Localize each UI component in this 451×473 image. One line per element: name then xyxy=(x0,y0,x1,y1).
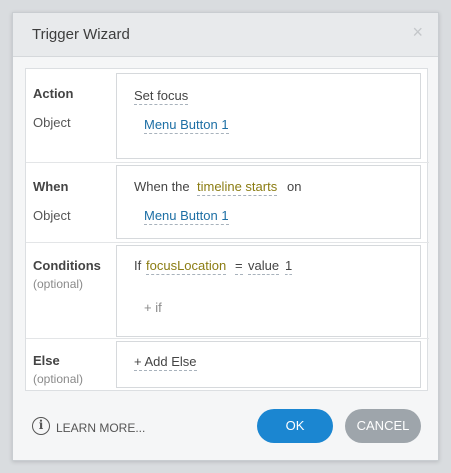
when-suffix: on xyxy=(287,179,302,194)
else-label: Else xyxy=(33,353,60,368)
conditions-optional: (optional) xyxy=(33,277,84,291)
condition-if-text: If xyxy=(134,258,142,273)
action-object-label: Object xyxy=(33,115,71,130)
action-object-dropdown[interactable]: Menu Button 1 xyxy=(144,117,229,134)
else-field: + Add Else xyxy=(116,341,421,388)
action-label: Action xyxy=(33,86,74,101)
when-row: When Object When the timeline starts on … xyxy=(26,163,429,243)
learn-more-link[interactable]: LEARN MORE... xyxy=(56,421,145,435)
conditions-row: Conditions (optional) If focusLocation =… xyxy=(26,243,429,339)
add-else-button[interactable]: + Add Else xyxy=(134,354,197,371)
action-row: Action Object Set focus Menu Button 1 xyxy=(26,69,429,163)
condition-value-input[interactable]: 1 xyxy=(285,258,293,275)
ok-button[interactable]: OK xyxy=(257,409,333,443)
close-icon[interactable]: × xyxy=(412,23,423,41)
conditions-label: Conditions xyxy=(33,258,101,273)
when-event-dropdown[interactable]: timeline starts xyxy=(197,179,278,196)
when-object-dropdown[interactable]: Menu Button 1 xyxy=(144,208,229,225)
condition-variable-dropdown[interactable]: focusLocation xyxy=(146,258,227,275)
else-row: Else (optional) + Add Else xyxy=(26,339,429,392)
dialog-footer: i LEARN MORE... OK CANCEL xyxy=(13,393,438,460)
title-bar: Trigger Wizard × xyxy=(13,13,438,57)
trigger-form: Action Object Set focus Menu Button 1 Wh… xyxy=(25,68,429,392)
trigger-wizard-dialog: Trigger Wizard × Action Object Set focus… xyxy=(12,12,439,461)
condition-value-type-dropdown[interactable]: value xyxy=(248,258,280,275)
conditions-field: If focusLocation = value 1 + if xyxy=(116,245,421,337)
cancel-button[interactable]: CANCEL xyxy=(345,409,421,443)
when-label: When xyxy=(33,179,69,194)
action-field: Set focus Menu Button 1 xyxy=(116,73,421,159)
when-prefix: When the xyxy=(134,179,190,194)
info-icon[interactable]: i xyxy=(32,417,50,435)
when-object-label: Object xyxy=(33,208,71,223)
dialog-title: Trigger Wizard xyxy=(32,26,130,43)
condition-operator-dropdown[interactable]: = xyxy=(235,258,243,275)
when-field: When the timeline starts on Menu Button … xyxy=(116,165,421,239)
add-if-button[interactable]: + if xyxy=(144,300,162,315)
else-optional: (optional) xyxy=(33,372,84,386)
action-dropdown[interactable]: Set focus xyxy=(134,88,189,105)
